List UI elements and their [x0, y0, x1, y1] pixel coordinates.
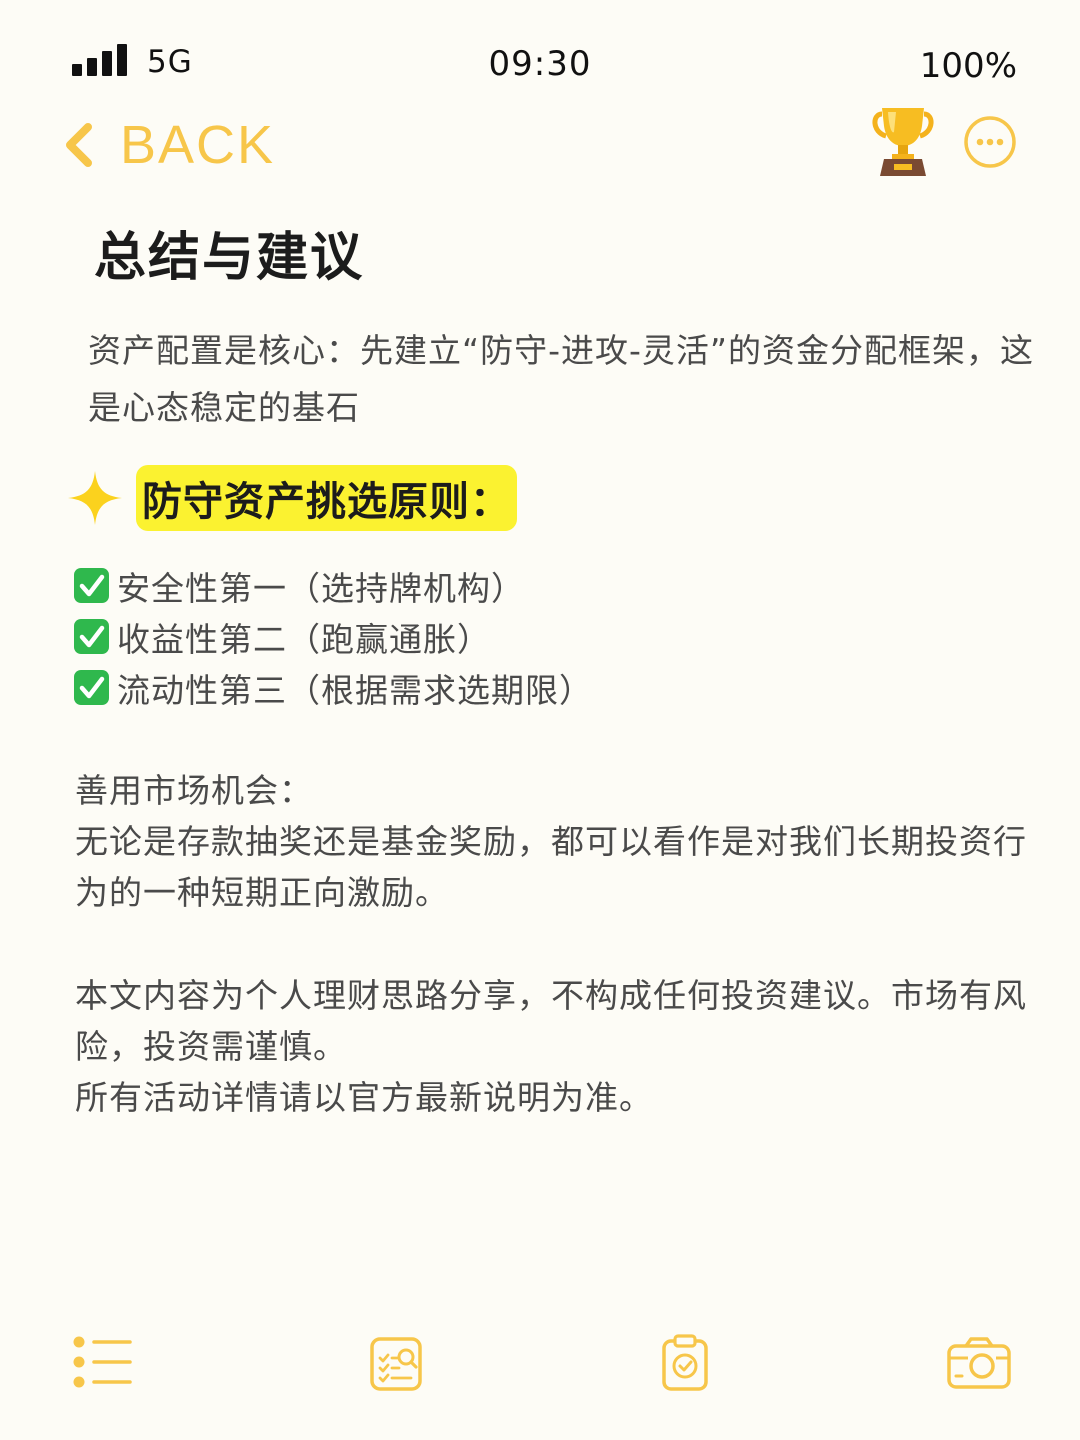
principles-checklist: 安全性第一（选持牌机构） 收益性第二（跑赢通胀） 流动性第三（根据需求选期限） — [74, 560, 593, 713]
camera-icon[interactable] — [946, 1336, 1012, 1390]
check-icon — [74, 670, 109, 705]
clock: 09:30 — [488, 44, 592, 84]
list-item: 流动性第三（根据需求选期限） — [74, 662, 593, 713]
chevron-left-icon — [66, 123, 92, 167]
checklist-text: 流动性第三（根据需求选期限） — [117, 670, 593, 710]
more-icon — [964, 116, 1016, 168]
back-button[interactable]: BACK — [62, 110, 275, 180]
checklist-text: 收益性第二（跑赢通胀） — [117, 619, 491, 659]
intro-text: 资产配置是核心：先建立“防守-进攻-灵活”的资金分配框架，这是心态稳定的基石 — [88, 331, 1035, 427]
page-title: 总结与建议 — [94, 228, 365, 288]
bottom-toolbar — [0, 1320, 1080, 1410]
nav-bar: BACK — [0, 100, 1080, 190]
section-header: 防守资产挑选原则： — [68, 465, 517, 531]
checklist-search-icon[interactable] — [369, 1336, 423, 1392]
disclaimer-note: 所有活动详情请以官方最新说明为准。 — [75, 1078, 653, 1117]
sparkle-icon — [68, 471, 122, 525]
trophy-icon[interactable] — [872, 106, 934, 178]
clipboard-check-icon[interactable] — [661, 1334, 709, 1392]
check-icon — [74, 619, 109, 654]
check-icon — [74, 568, 109, 603]
section-title: 防守资产挑选原则： — [136, 465, 517, 531]
list-item: 收益性第二（跑赢通胀） — [74, 611, 593, 662]
checklist-text: 安全性第一（选持牌机构） — [117, 568, 525, 608]
market-heading: 善用市场机会： — [75, 771, 313, 810]
disclaimer-text: 本文内容为个人理财思路分享，不构成任何投资建议。市场有风险，投资需谨慎。 — [75, 976, 1027, 1066]
list-icon[interactable] — [72, 1336, 132, 1388]
battery-level: 100% — [919, 46, 1017, 86]
status-bar: 5G 09:30 100% — [0, 0, 1080, 100]
market-body: 无论是存款抽奖还是基金奖励，都可以看作是对我们长期投资行为的一种短期正向激励。 — [75, 822, 1027, 912]
back-label: BACK — [120, 115, 276, 175]
list-item: 安全性第一（选持牌机构） — [74, 560, 593, 611]
